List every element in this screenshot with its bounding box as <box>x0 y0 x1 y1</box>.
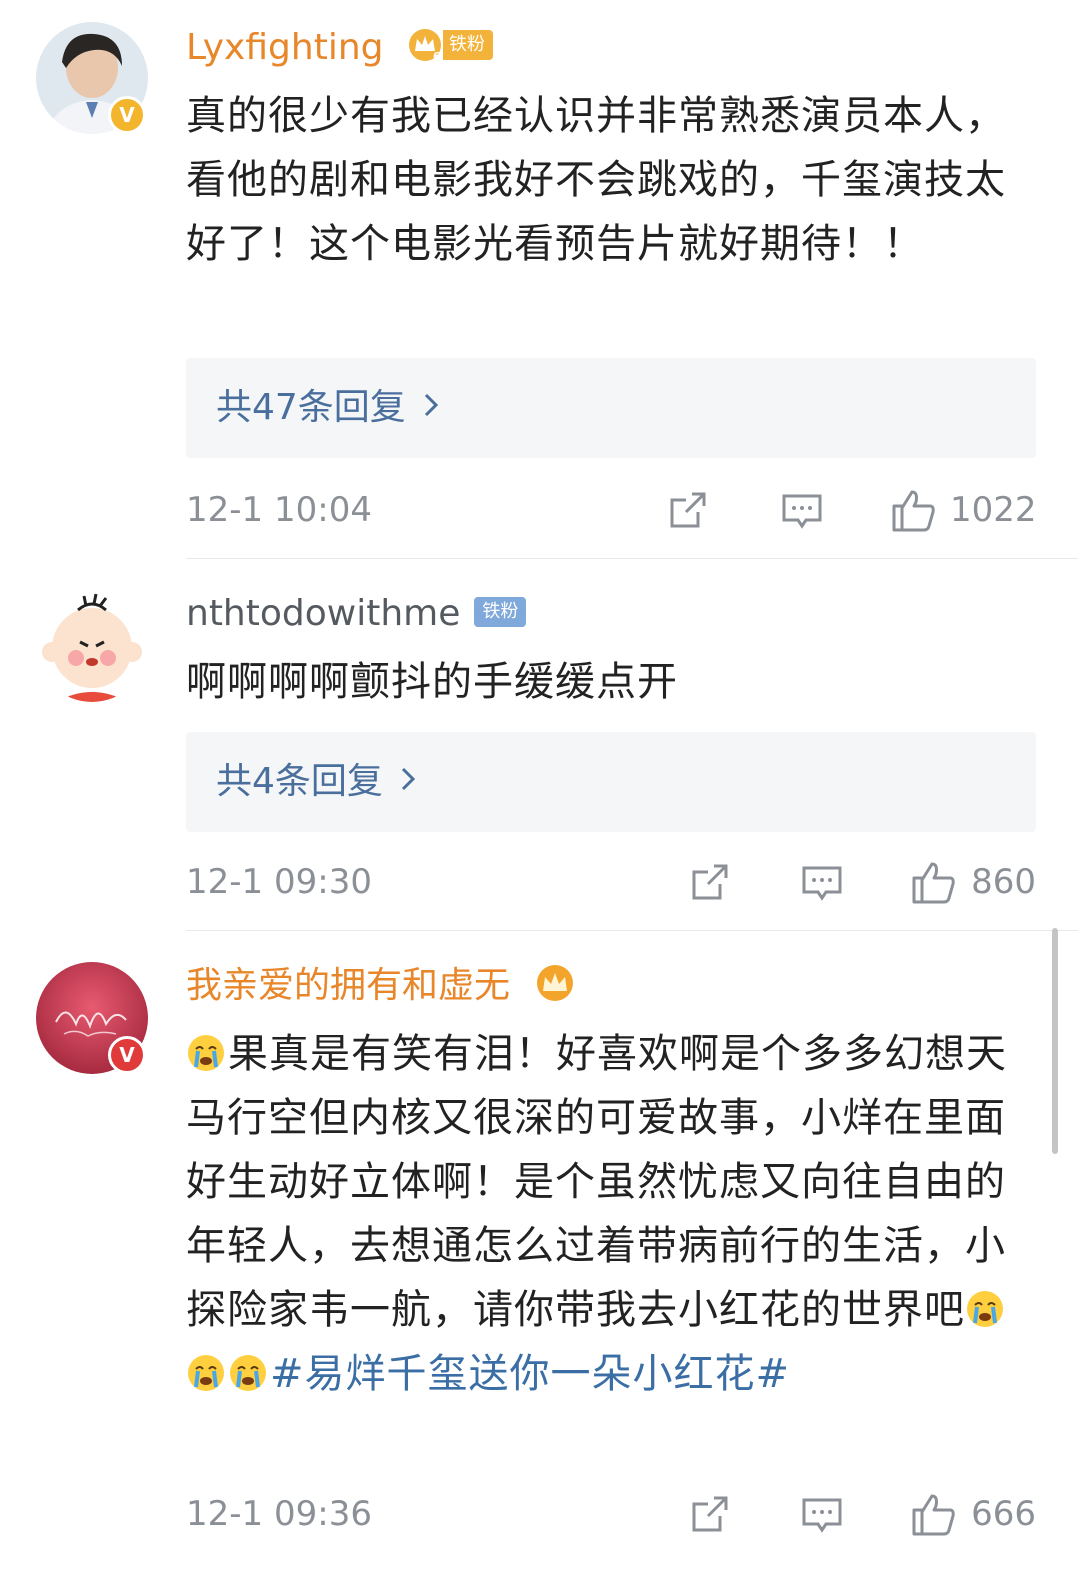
fan-badge: 6 铁粉 <box>407 27 493 63</box>
like-count[interactable]: 1022 <box>950 488 1037 532</box>
chevron-right-icon <box>399 758 417 806</box>
comment-text: 真的很少有我已经认识并非常熟悉演员本人，看他的剧和电影我好不会跳戏的，千玺演技太… <box>186 93 1006 267</box>
username-text[interactable]: Lyxfighting <box>186 27 384 68</box>
hashtag-link[interactable]: #易烊千玺送你一朵小红花# <box>270 1351 790 1397</box>
svg-text:6: 6 <box>433 50 441 63</box>
comment-text: 果真是有笑有泪！好喜欢啊是个多多幻想天马行空但内核又很深的可爱故事，小烊在里面好… <box>186 1022 1046 1406</box>
crown-icon: 6 <box>407 27 447 63</box>
thumbs-up-icon[interactable] <box>910 1490 958 1538</box>
thumbs-up-icon[interactable] <box>910 858 958 906</box>
crown-icon <box>533 963 577 1003</box>
share-icon[interactable] <box>688 1492 732 1536</box>
reply-summary[interactable]: 共4条回复 <box>186 732 1036 832</box>
timestamp: 12-1 09:36 <box>186 1494 372 1534</box>
comment-icon[interactable] <box>800 1492 844 1536</box>
crying-emoji-icon <box>965 1284 1005 1327</box>
like-count[interactable]: 860 <box>966 860 1036 904</box>
divider <box>186 558 1078 559</box>
chevron-right-icon <box>422 384 440 432</box>
username-text[interactable]: 我亲爱的拥有和虚无 <box>186 965 510 1006</box>
share-icon[interactable] <box>688 860 732 904</box>
comment-text: 啊啊啊啊颤抖的手缓缓点开 <box>186 659 678 705</box>
username[interactable]: Lyxfighting 6 铁粉 <box>186 26 493 70</box>
crying-emoji-icon <box>186 1348 226 1391</box>
reply-count[interactable]: 共4条回复 <box>216 761 383 802</box>
username[interactable]: nthtodowithme 铁粉 <box>186 592 527 636</box>
comment-text-main: 果真是有笑有泪！好喜欢啊是个多多幻想天马行空但内核又很深的可爱故事，小烊在里面好… <box>186 1031 1007 1333</box>
username[interactable]: 我亲爱的拥有和虚无 <box>186 964 577 1008</box>
verified-badge-icon: V <box>108 96 146 134</box>
comment-icon[interactable] <box>800 860 844 904</box>
reply-count[interactable]: 共47条回复 <box>216 387 406 428</box>
fan-badge: 铁粉 <box>474 597 527 627</box>
like-count[interactable]: 666 <box>966 1492 1036 1536</box>
username-text[interactable]: nthtodowithme <box>186 593 460 634</box>
crying-emoji-icon <box>186 1028 226 1071</box>
comment-list: V Lyxfighting 6 铁粉 真的很少有我已经认识并非常熟悉演员本人，看… <box>0 0 1078 1579</box>
scrollbar[interactable] <box>1052 928 1058 1154</box>
thumbs-up-icon[interactable] <box>890 486 938 534</box>
share-icon[interactable] <box>666 488 710 532</box>
avatar[interactable] <box>36 590 148 702</box>
crying-emoji-icon <box>228 1348 268 1391</box>
timestamp: 12-1 10:04 <box>186 490 372 530</box>
fan-badge-label: 铁粉 <box>442 30 493 60</box>
timestamp: 12-1 09:30 <box>186 862 372 902</box>
comment-icon[interactable] <box>780 488 824 532</box>
divider <box>186 930 1078 931</box>
reply-summary[interactable]: 共47条回复 <box>186 358 1036 458</box>
verified-badge-icon: V <box>108 1036 146 1074</box>
